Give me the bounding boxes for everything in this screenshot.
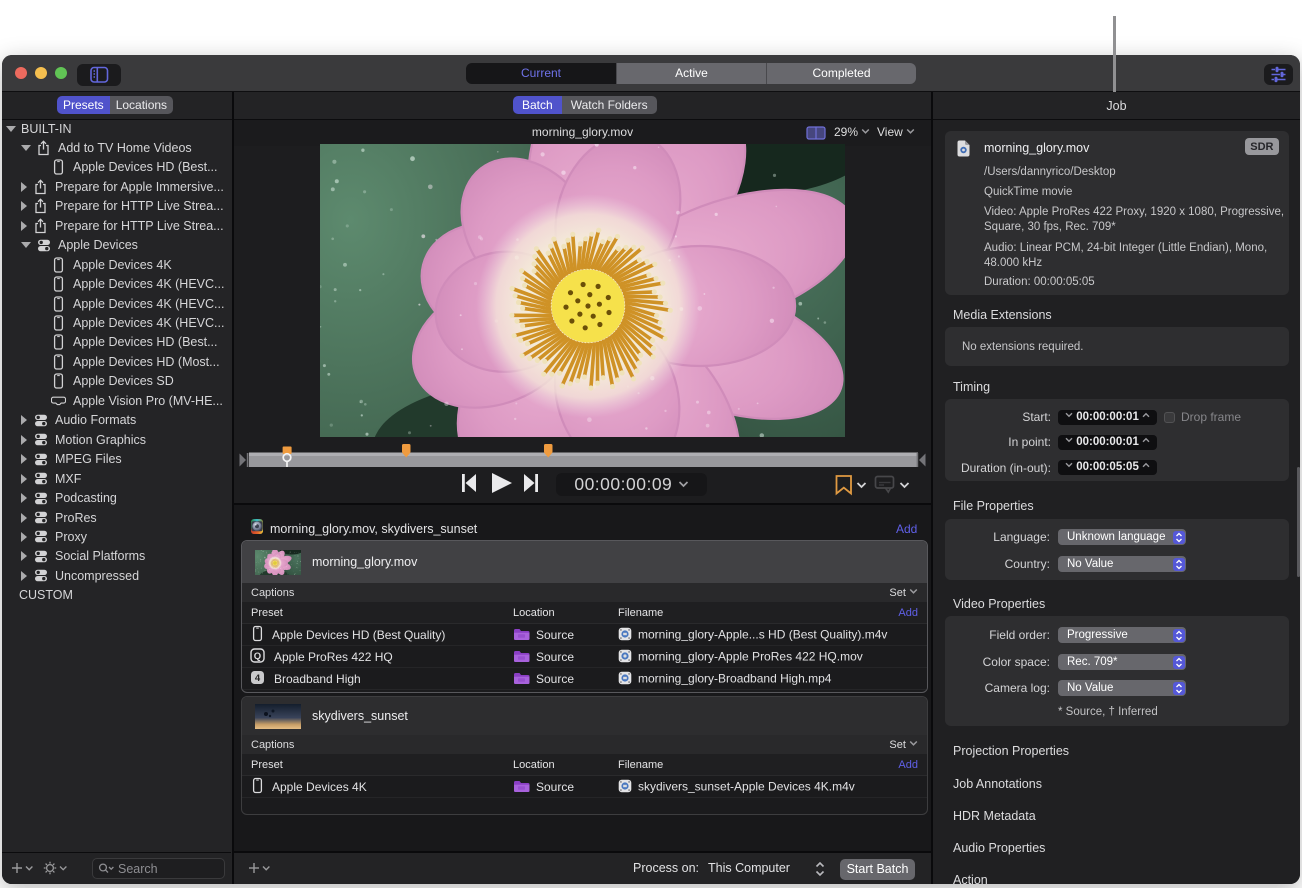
svg-text:4: 4 xyxy=(255,673,261,684)
svg-text:Q: Q xyxy=(254,651,261,662)
